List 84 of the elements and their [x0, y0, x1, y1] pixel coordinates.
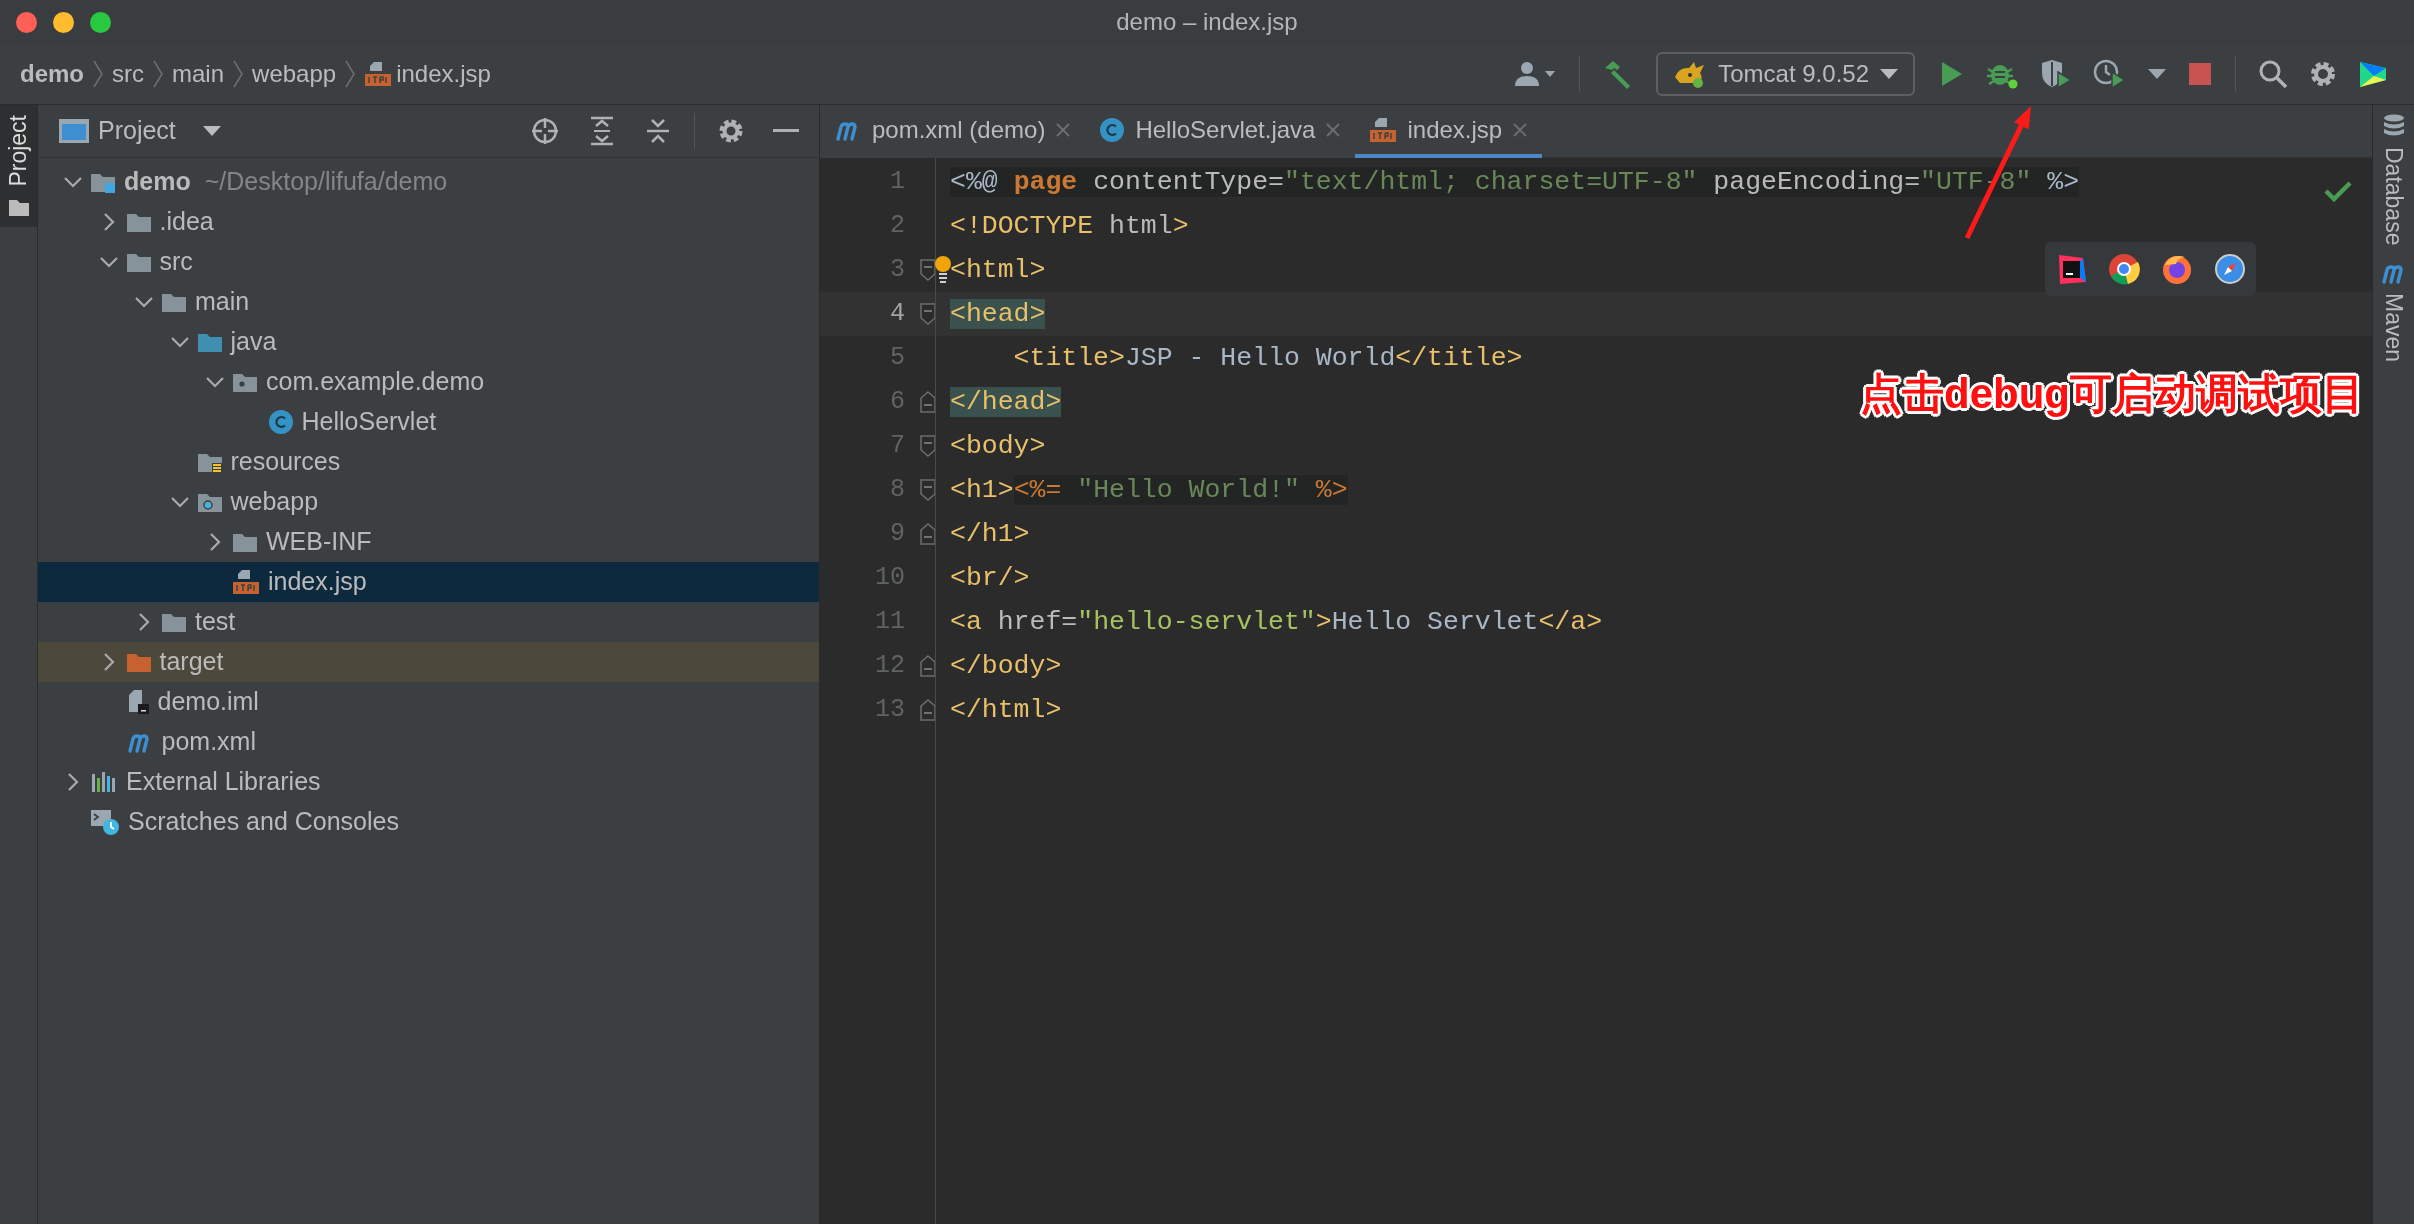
code-text: <head>	[950, 298, 1046, 331]
caret-icon	[1879, 68, 1899, 80]
caret-icon	[201, 125, 222, 137]
tree-item[interactable]: com.example.demo	[38, 362, 819, 402]
tree-item[interactable]: HelloServlet	[38, 402, 819, 442]
scratch-icon	[90, 808, 120, 836]
browser-icon[interactable]	[2108, 253, 2141, 285]
line-number: 8	[889, 474, 905, 507]
tool-window-tab[interactable]: Maven	[2373, 253, 2414, 371]
breadcrumb-item[interactable]: main	[172, 56, 225, 92]
fold-marker-icon[interactable]	[919, 303, 936, 325]
line-number: 6	[889, 386, 905, 419]
browser-icon[interactable]	[2160, 253, 2193, 285]
tree-item[interactable]: External Libraries	[38, 762, 819, 802]
tree-item[interactable]: WEB-INF	[38, 522, 819, 562]
line-number: 7	[889, 430, 905, 463]
compass-icon[interactable]	[2213, 253, 2246, 285]
panel-dropdown[interactable]: Project	[52, 108, 228, 154]
code-text: <body>	[950, 430, 1046, 463]
code-text: </body>	[950, 650, 1062, 683]
code-text: </h1>	[950, 518, 1030, 551]
fold-marker-icon[interactable]	[919, 479, 936, 501]
code-text: <br/>	[950, 562, 1030, 595]
tree-item[interactable]: pom.xml	[38, 722, 819, 762]
chevron-icon	[92, 59, 104, 89]
tree-item[interactable]: Scratches and Consoles	[38, 802, 819, 842]
chevron-icon	[232, 59, 245, 89]
libraries-icon	[90, 770, 118, 794]
fold-marker-icon[interactable]	[919, 523, 936, 545]
fold-marker-icon[interactable]	[919, 391, 936, 413]
file-icon	[232, 569, 260, 595]
code-text: <a href="hello-servlet">Hello Servlet</a>	[950, 606, 1603, 639]
tree-item[interactable]: index.jsp	[38, 562, 819, 602]
tree-item[interactable]: webapp	[38, 482, 819, 522]
class-icon	[1099, 116, 1126, 143]
tree-item[interactable]: demo ~/Desktop/lifufa/demo	[38, 162, 819, 202]
run-configuration-dropdown[interactable]: Tomcat 9.0.52	[1656, 52, 1915, 96]
line-number: 4	[889, 298, 905, 331]
line-number: 10	[874, 562, 905, 595]
code-text: <h1><%= "Hello World!" %>	[950, 474, 1348, 507]
code-text: </head>	[950, 386, 1062, 419]
line-number: 5	[889, 342, 905, 375]
code-text: <!DOCTYPE html>	[950, 210, 1189, 243]
tree-item[interactable]: demo.iml	[38, 682, 819, 722]
fold-marker-icon[interactable]	[919, 699, 936, 721]
chevron-icon	[344, 59, 357, 89]
tree-item[interactable]: main	[38, 282, 819, 322]
tree-item[interactable]: test	[38, 602, 819, 642]
fold-marker-icon[interactable]	[919, 259, 936, 281]
tree-item[interactable]: src	[38, 242, 819, 282]
breadcrumb-item[interactable]: demo	[20, 56, 84, 92]
code-text: </html>	[950, 694, 1062, 727]
class-icon	[267, 409, 294, 435]
close-button[interactable]	[16, 11, 37, 33]
breadcrumb-item[interactable]: webapp	[252, 56, 337, 92]
zoom-button[interactable]	[90, 11, 111, 33]
tree-item[interactable]: java	[38, 322, 819, 362]
code-text: <title>JSP - Hello World</title>	[1012, 342, 1523, 375]
tree-item[interactable]: resources	[38, 442, 819, 482]
annotation-text: 点击debug可启动调试项目	[1860, 369, 2364, 419]
line-number: 2	[889, 210, 905, 243]
fold-marker-icon[interactable]	[919, 655, 936, 677]
tool-window-tab[interactable]: Project	[0, 105, 37, 227]
tree-item[interactable]: target	[38, 642, 819, 682]
file-icon	[1369, 116, 1398, 143]
line-number: 9	[889, 518, 905, 551]
minimize-button[interactable]	[53, 11, 74, 33]
line-number: 1	[889, 166, 905, 199]
window-title: demo – index.jsp	[1116, 7, 1298, 37]
line-number: 3	[889, 254, 905, 287]
fold-marker-icon[interactable]	[919, 435, 936, 457]
tree-item[interactable]: .idea	[38, 202, 819, 242]
code-text: <html>	[950, 248, 1046, 292]
line-number: 13	[874, 694, 905, 727]
breadcrumb-item[interactable]: index.jsp	[396, 56, 491, 92]
tool-window-tab[interactable]: Database	[2373, 105, 2414, 254]
chevron-icon	[152, 59, 164, 89]
panel-icon	[58, 118, 90, 144]
breadcrumb-item[interactable]: src	[112, 56, 144, 92]
check-icon	[2324, 180, 2352, 202]
line-number: 12	[874, 650, 905, 683]
file-icon	[364, 61, 393, 87]
path-label: ~/Desktop/lifufa/demo	[204, 166, 448, 198]
line-number: 11	[874, 606, 905, 639]
